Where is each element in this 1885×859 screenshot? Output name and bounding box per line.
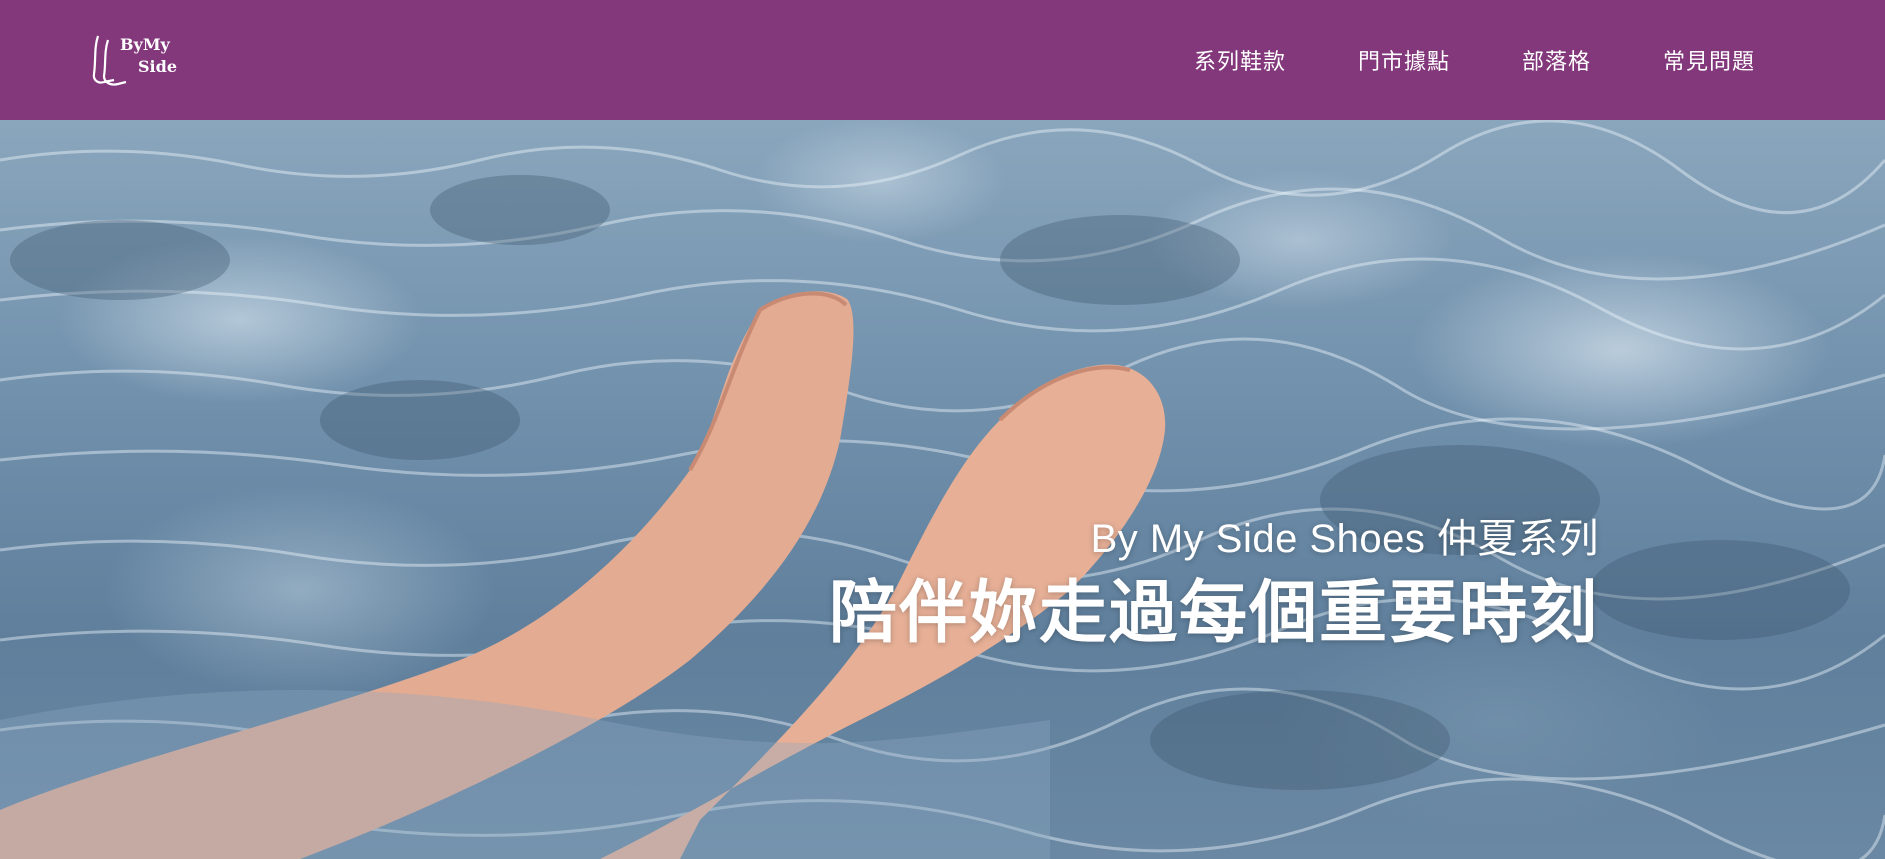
nav-item-stores[interactable]: 門市據點 (1358, 44, 1450, 76)
feet-in-water-image (0, 291, 1166, 859)
hero-caption: By My Side Shoes 仲夏系列 陪伴妳走過每個重要時刻 (829, 515, 1599, 652)
brand-logo[interactable]: ByMy Side (92, 30, 188, 90)
hero-subtitle: By My Side Shoes 仲夏系列 (1090, 517, 1599, 561)
hero-banner: By My Side Shoes 仲夏系列 陪伴妳走過每個重要時刻 (0, 120, 1885, 859)
site-header: ByMy Side 系列鞋款 門市據點 部落格 常見問題 (0, 0, 1885, 120)
logo-text-line1: ByMy (120, 35, 171, 54)
nav-item-blog[interactable]: 部落格 (1522, 44, 1591, 76)
main-nav: 系列鞋款 門市據點 部落格 常見問題 (1122, 44, 1755, 76)
nav-item-collections[interactable]: 系列鞋款 (1194, 44, 1286, 76)
logo-text-line2: Side (138, 57, 177, 76)
feet-logo-icon: ByMy Side (92, 35, 177, 86)
nav-item-faq[interactable]: 常見問題 (1663, 44, 1755, 76)
hero-title: 陪伴妳走過每個重要時刻 (828, 574, 1599, 653)
